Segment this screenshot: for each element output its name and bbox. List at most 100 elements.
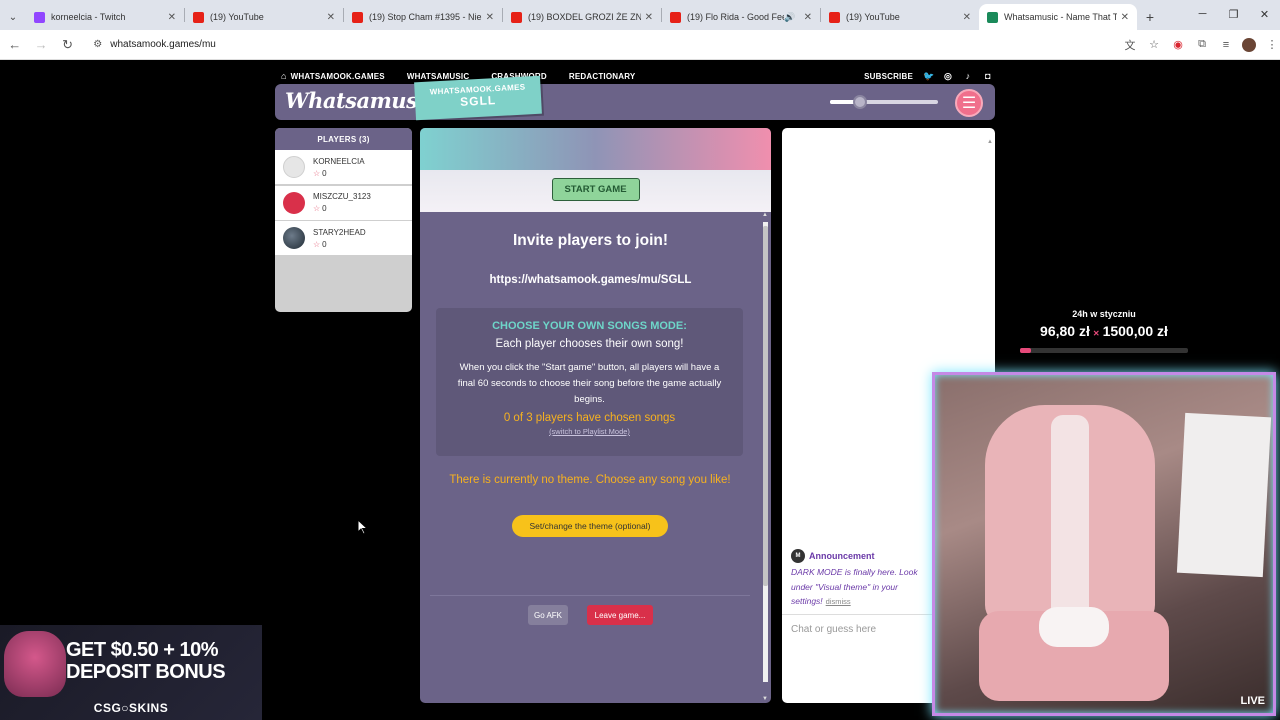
chair-stripe bbox=[1051, 415, 1089, 625]
tiktok-icon[interactable]: ♪ bbox=[963, 71, 973, 81]
mascot-image bbox=[4, 631, 66, 697]
volume-slider[interactable] bbox=[830, 95, 938, 109]
twitch-icon bbox=[34, 11, 45, 23]
menu-kebab-icon[interactable]: ⋮ bbox=[1264, 37, 1280, 53]
browser-tab[interactable]: (19) Flo Rida - Good Feeling 🔊 ✕ bbox=[662, 4, 820, 30]
browser-tab[interactable]: korneelcia - Twitch ✕ bbox=[26, 4, 184, 30]
set-theme-button[interactable]: Set/change the theme (optional) bbox=[512, 515, 668, 537]
gradient-banner bbox=[420, 128, 771, 170]
close-icon[interactable]: ✕ bbox=[645, 12, 653, 23]
back-icon[interactable]: ← bbox=[3, 33, 26, 57]
close-icon[interactable]: ✕ bbox=[963, 12, 971, 23]
scroll-up-icon[interactable]: ▲ bbox=[762, 212, 768, 218]
go-afk-button[interactable]: Go AFK bbox=[528, 605, 568, 625]
close-window-icon[interactable]: ✕ bbox=[1249, 0, 1280, 28]
youtube-icon bbox=[670, 11, 681, 23]
youtube-icon bbox=[511, 11, 522, 23]
mode-title: CHOOSE YOUR OWN SONGS MODE: bbox=[492, 320, 687, 332]
mook-logo-icon: M bbox=[791, 549, 805, 563]
switch-mode-link[interactable]: (switch to Playlist Mode) bbox=[436, 427, 743, 436]
close-icon[interactable]: ✕ bbox=[168, 12, 176, 23]
players-panel: PLAYERS (3) KORNEELCIA ☆ 0 MISZCZU_3123 ☆… bbox=[275, 128, 412, 312]
translate-icon[interactable]: 文 bbox=[1122, 37, 1138, 53]
browser-tab[interactable]: (19) YouTube ✕ bbox=[821, 4, 979, 30]
players-title: PLAYERS (3) bbox=[275, 128, 412, 150]
browser-tab[interactable]: (19) BOXDEL GROZI ŻE ZNISZCZY ✕ bbox=[503, 4, 661, 30]
close-icon[interactable]: ✕ bbox=[804, 12, 812, 23]
goal-progress-bar bbox=[1020, 348, 1188, 353]
player-score: 0 bbox=[322, 168, 327, 178]
scroll-thumb[interactable] bbox=[763, 226, 768, 586]
close-icon[interactable]: ✕ bbox=[1121, 12, 1129, 23]
player-score-row: ☆ 0 bbox=[313, 240, 366, 249]
hamburger-menu-icon[interactable]: ☰ bbox=[955, 89, 983, 117]
twitter-icon[interactable]: 🐦 bbox=[923, 71, 934, 82]
mode-box: CHOOSE YOUR OWN SONGS MODE: Each player … bbox=[436, 308, 743, 456]
tab-title: (19) Stop Cham #1395 - Niebezpieczny bbox=[369, 12, 482, 22]
discord-icon[interactable]: ◘ bbox=[983, 71, 993, 81]
reload-icon[interactable]: ↻ bbox=[56, 33, 79, 57]
speaker-icon[interactable]: 🔊 bbox=[784, 12, 795, 23]
new-tab-icon[interactable]: + bbox=[1137, 4, 1163, 30]
chair-pillow bbox=[1039, 607, 1109, 647]
theme-text: There is currently no theme. Choose any … bbox=[449, 474, 731, 486]
player-name: KORNEELCIA bbox=[313, 156, 365, 166]
restore-icon[interactable]: ❐ bbox=[1218, 0, 1249, 28]
game-header: Whatsamusic WHATSAMOOK.GAMES SGLL ☰ bbox=[275, 75, 995, 121]
browser-tab-strip: ⌄ korneelcia - Twitch ✕ (19) YouTube ✕ (… bbox=[0, 0, 1280, 30]
profile-avatar[interactable] bbox=[1242, 37, 1256, 52]
room-code-tag[interactable]: WHATSAMOOK.GAMES SGLL bbox=[414, 75, 542, 121]
leave-game-button[interactable]: Leave game... bbox=[587, 605, 653, 625]
volume-knob[interactable] bbox=[853, 95, 868, 109]
goal-progress-fill bbox=[1020, 348, 1031, 353]
mode-subtitle: Each player chooses their own song! bbox=[495, 338, 684, 350]
dismiss-link[interactable]: dismiss bbox=[826, 597, 851, 606]
close-icon[interactable]: ✕ bbox=[327, 12, 335, 23]
announcement: M Announcement DARK MODE is finally here… bbox=[791, 549, 941, 610]
nav-link-redactionary[interactable]: REDACTIONARY bbox=[569, 72, 636, 81]
divider bbox=[430, 595, 750, 596]
nav-home-link[interactable]: ⌂ WHATSAMOOK.GAMES bbox=[281, 71, 385, 81]
start-game-button[interactable]: START GAME bbox=[551, 178, 640, 201]
whiteboard bbox=[1176, 412, 1272, 578]
playlist-icon[interactable]: ≡ bbox=[1218, 37, 1234, 53]
player-name: MISZCZU_3123 bbox=[313, 192, 371, 201]
browser-tab[interactable]: (19) Stop Cham #1395 - Niebezpieczny ✕ bbox=[344, 4, 502, 30]
player-row[interactable]: STARY2HEAD ☆ 0 bbox=[275, 221, 412, 255]
minimize-icon[interactable]: ─ bbox=[1187, 0, 1218, 28]
player-name: STARY2HEAD bbox=[313, 227, 366, 237]
star-icon: ☆ bbox=[313, 204, 321, 213]
forward-icon[interactable]: → bbox=[29, 33, 52, 57]
scroll-up-icon[interactable]: ▲ bbox=[987, 139, 993, 145]
separator-icon: ✕ bbox=[1092, 329, 1100, 338]
extensions-icon[interactable]: ⧉ bbox=[1194, 37, 1210, 53]
bookmark-star-icon[interactable]: ☆ bbox=[1146, 37, 1162, 53]
scroll-down-icon[interactable]: ▼ bbox=[762, 696, 768, 702]
invite-url[interactable]: https://whatsamook.games/mu/SGLL bbox=[420, 274, 761, 286]
tab-title: korneelcia - Twitch bbox=[51, 12, 126, 22]
announcement-body: DARK MODE is finally here. Look under "V… bbox=[791, 565, 941, 610]
whatsamusic-icon bbox=[987, 11, 998, 23]
site-info-icon[interactable]: ⚙ bbox=[93, 39, 102, 50]
announcement-title: Announcement bbox=[809, 551, 875, 561]
announcement-header: M Announcement bbox=[791, 549, 941, 563]
player-row[interactable]: MISZCZU_3123 ☆ 0 bbox=[275, 185, 412, 220]
game-scrollbar[interactable]: ▲ ▼ bbox=[762, 212, 769, 702]
instagram-icon[interactable]: ◎ bbox=[943, 71, 953, 82]
goal-target: 1500,00 zł bbox=[1102, 323, 1168, 339]
url-field[interactable]: ⚙ whatsamook.games/mu bbox=[85, 33, 1120, 57]
browser-tab[interactable]: (19) YouTube ✕ bbox=[185, 4, 343, 30]
youtube-icon bbox=[352, 11, 363, 23]
tab-title: (19) BOXDEL GROZI ŻE ZNISZCZY bbox=[528, 12, 641, 22]
extension-record-icon[interactable]: ◉ bbox=[1170, 37, 1186, 53]
game-panel: START GAME ▲ ▼ Invite players to join! h… bbox=[420, 128, 771, 703]
player-score-row: ☆ 0 bbox=[313, 204, 371, 213]
user-avatar-icon bbox=[283, 191, 305, 214]
close-icon[interactable]: ✕ bbox=[486, 12, 494, 23]
tab-title: (19) YouTube bbox=[846, 12, 900, 22]
subscribe-link[interactable]: SUBSCRIBE bbox=[864, 72, 913, 81]
mode-description: When you click the "Start game" button, … bbox=[457, 362, 722, 405]
browser-tab-active[interactable]: Whatsamusic - Name That Tune ✕ bbox=[979, 4, 1137, 30]
tab-search-icon[interactable]: ⌄ bbox=[0, 4, 26, 30]
player-row[interactable]: KORNEELCIA ☆ 0 bbox=[275, 150, 412, 184]
